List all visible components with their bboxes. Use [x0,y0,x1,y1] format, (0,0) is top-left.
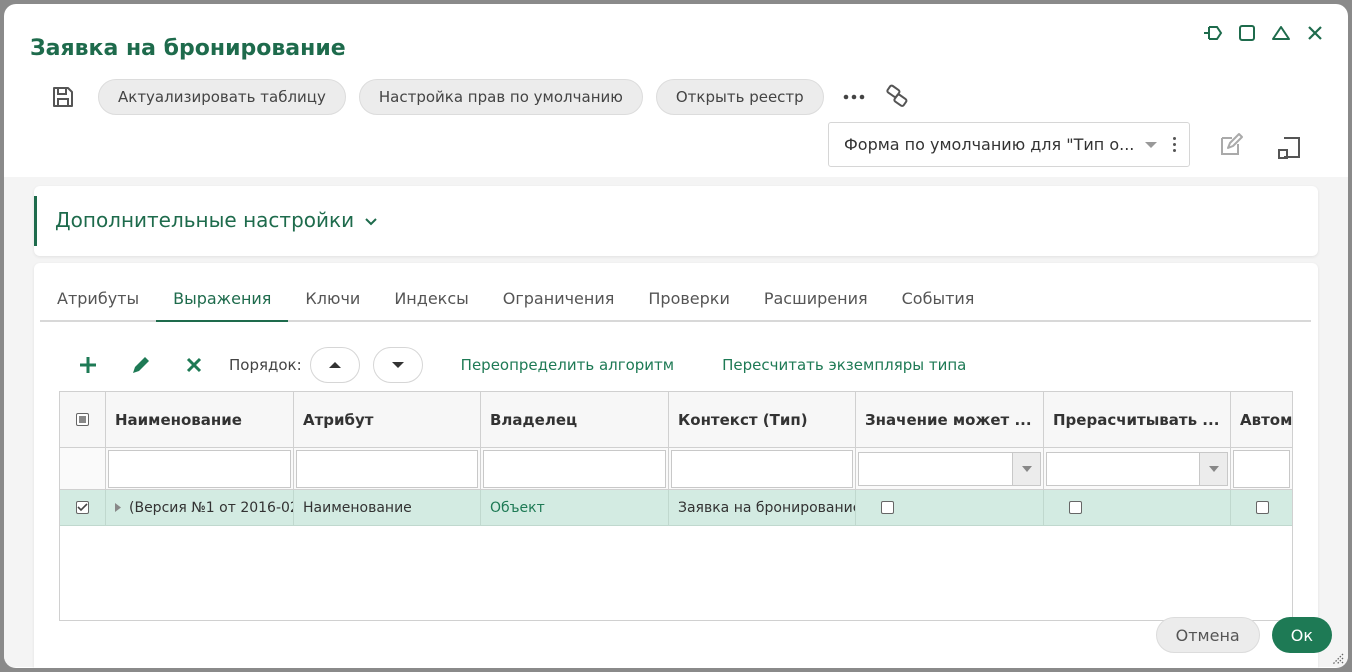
additional-settings-section[interactable]: Дополнительные настройки [34,186,1318,256]
tab-bar: Атрибуты Выражения Ключи Индексы Огранич… [40,277,1311,322]
delete-icon[interactable] [176,347,212,383]
section-title: Дополнительные настройки [55,208,355,232]
row-attribute-cell: Наименование [294,490,481,525]
order-label: Порядок: [229,356,302,374]
save-icon[interactable] [48,82,78,112]
row-owner-link[interactable]: Объект [481,490,669,525]
form-select[interactable]: Форма по умолчанию для "Тип о... [828,122,1190,167]
dialog-footer: Отмена Ок [1155,617,1332,653]
col-header-name[interactable]: Наименование [106,392,294,447]
kebab-menu-icon[interactable] [1167,137,1181,152]
chevron-down-icon[interactable] [1199,452,1227,485]
edit-icon[interactable] [123,347,159,383]
tab-attributes[interactable]: Атрибуты [40,277,156,320]
row-name: (Версия №1 от 2016-02 [129,499,294,516]
tab-constraints[interactable]: Ограничения [486,277,632,320]
filter-attribute-input[interactable] [296,449,478,488]
arrow-up-icon [328,362,341,368]
tab-extensions[interactable]: Расширения [747,277,885,320]
filter-context-input[interactable] [671,449,853,488]
more-icon[interactable] [839,82,869,112]
col-header-owner[interactable]: Владелец [481,392,669,447]
chevron-down-icon [364,208,378,232]
row-select-cell[interactable] [60,490,106,525]
row-select-checkbox[interactable] [76,501,89,514]
row-name-cell[interactable]: (Версия №1 от 2016-02 [106,490,294,525]
select-all-cell[interactable] [60,392,106,447]
filter-recalc-select[interactable] [1046,451,1228,486]
row-recalc-cell [1044,490,1231,525]
move-down-button[interactable] [372,347,423,383]
close-icon[interactable] [1304,22,1326,44]
col-header-nullable[interactable]: Значение может ... [856,392,1044,447]
filter-row [60,448,1292,490]
col-header-attribute[interactable]: Атрибут [294,392,481,447]
nullable-checkbox[interactable] [881,501,894,514]
recalc-checkbox[interactable] [1069,501,1082,514]
select-all-checkbox[interactable] [76,413,89,426]
maximize-icon[interactable] [1236,22,1258,44]
filter-name-input[interactable] [108,449,291,488]
filter-owner-input[interactable] [483,449,666,488]
grid-toolbar: Порядок: Переопределить алгоритм Пересчи… [70,347,989,383]
expand-icon[interactable] [115,503,121,512]
filter-cell-auto [1231,448,1292,489]
tab-checks[interactable]: Проверки [631,277,746,320]
link-icon[interactable] [883,82,913,112]
collapse-icon[interactable] [1270,22,1292,44]
table-row[interactable]: (Версия №1 от 2016-02 Наименование Объек… [60,490,1292,526]
col-header-recalc[interactable]: Прерасчитывать ... [1044,392,1231,447]
filter-cell-owner [481,448,669,489]
window-restore-icon[interactable] [1276,135,1302,165]
col-header-auto[interactable]: Автом [1231,392,1292,447]
open-registry-button[interactable]: Открыть реестр [655,79,824,115]
default-rights-button[interactable]: Настройка прав по умолчанию [358,79,643,115]
recalculate-instances-link[interactable]: Пересчитать экземпляры типа [722,356,966,374]
row-context-cell: Заявка на бронирование [669,490,856,525]
edit-form-icon[interactable] [1218,132,1244,162]
pin-icon[interactable] [1202,22,1224,44]
filter-spacer [60,448,106,489]
resize-grip-icon[interactable] [1330,650,1344,665]
filter-auto-input[interactable] [1233,449,1290,488]
arrow-down-icon [391,362,404,368]
auto-checkbox[interactable] [1256,501,1269,514]
ok-button[interactable]: Ок [1271,617,1332,653]
move-up-button[interactable] [309,347,360,383]
window-controls [1202,22,1326,44]
form-select-value: Форма по умолчанию для "Тип о... [844,135,1135,154]
override-algorithm-link[interactable]: Переопределить алгоритм [461,356,674,374]
row-auto-cell [1231,490,1292,525]
chevron-down-icon[interactable] [1145,141,1157,148]
filter-cell-attribute [294,448,481,489]
tab-keys[interactable]: Ключи [288,277,377,320]
chevron-down-icon[interactable] [1012,452,1040,485]
tab-indexes[interactable]: Индексы [377,277,485,320]
expressions-grid: Наименование Атрибут Владелец Контекст (… [59,391,1293,621]
grid-header-row: Наименование Атрибут Владелец Контекст (… [60,392,1292,448]
section-header[interactable]: Дополнительные настройки [55,208,378,232]
section-accent-bar [34,196,37,246]
filter-cell-recalc [1044,448,1231,489]
cancel-button[interactable]: Отмена [1155,617,1260,653]
main-toolbar: Актуализировать таблицу Настройка прав п… [48,79,913,115]
actualize-table-button[interactable]: Актуализировать таблицу [98,79,346,115]
tabs-panel: Атрибуты Выражения Ключи Индексы Огранич… [34,263,1318,668]
filter-nullable-select[interactable] [858,451,1041,486]
filter-cell-name [106,448,294,489]
col-header-context[interactable]: Контекст (Тип) [669,392,856,447]
filter-cell-context [669,448,856,489]
dialog-title: Заявка на бронирование [30,36,346,61]
dialog-window: Заявка на бронирование Актуализировать т… [4,4,1348,668]
filter-cell-nullable [856,448,1044,489]
add-icon[interactable] [70,347,106,383]
tab-expressions[interactable]: Выражения [156,277,289,322]
check-icon [77,503,88,512]
row-nullable-cell [856,490,1044,525]
tab-events[interactable]: События [885,277,992,320]
